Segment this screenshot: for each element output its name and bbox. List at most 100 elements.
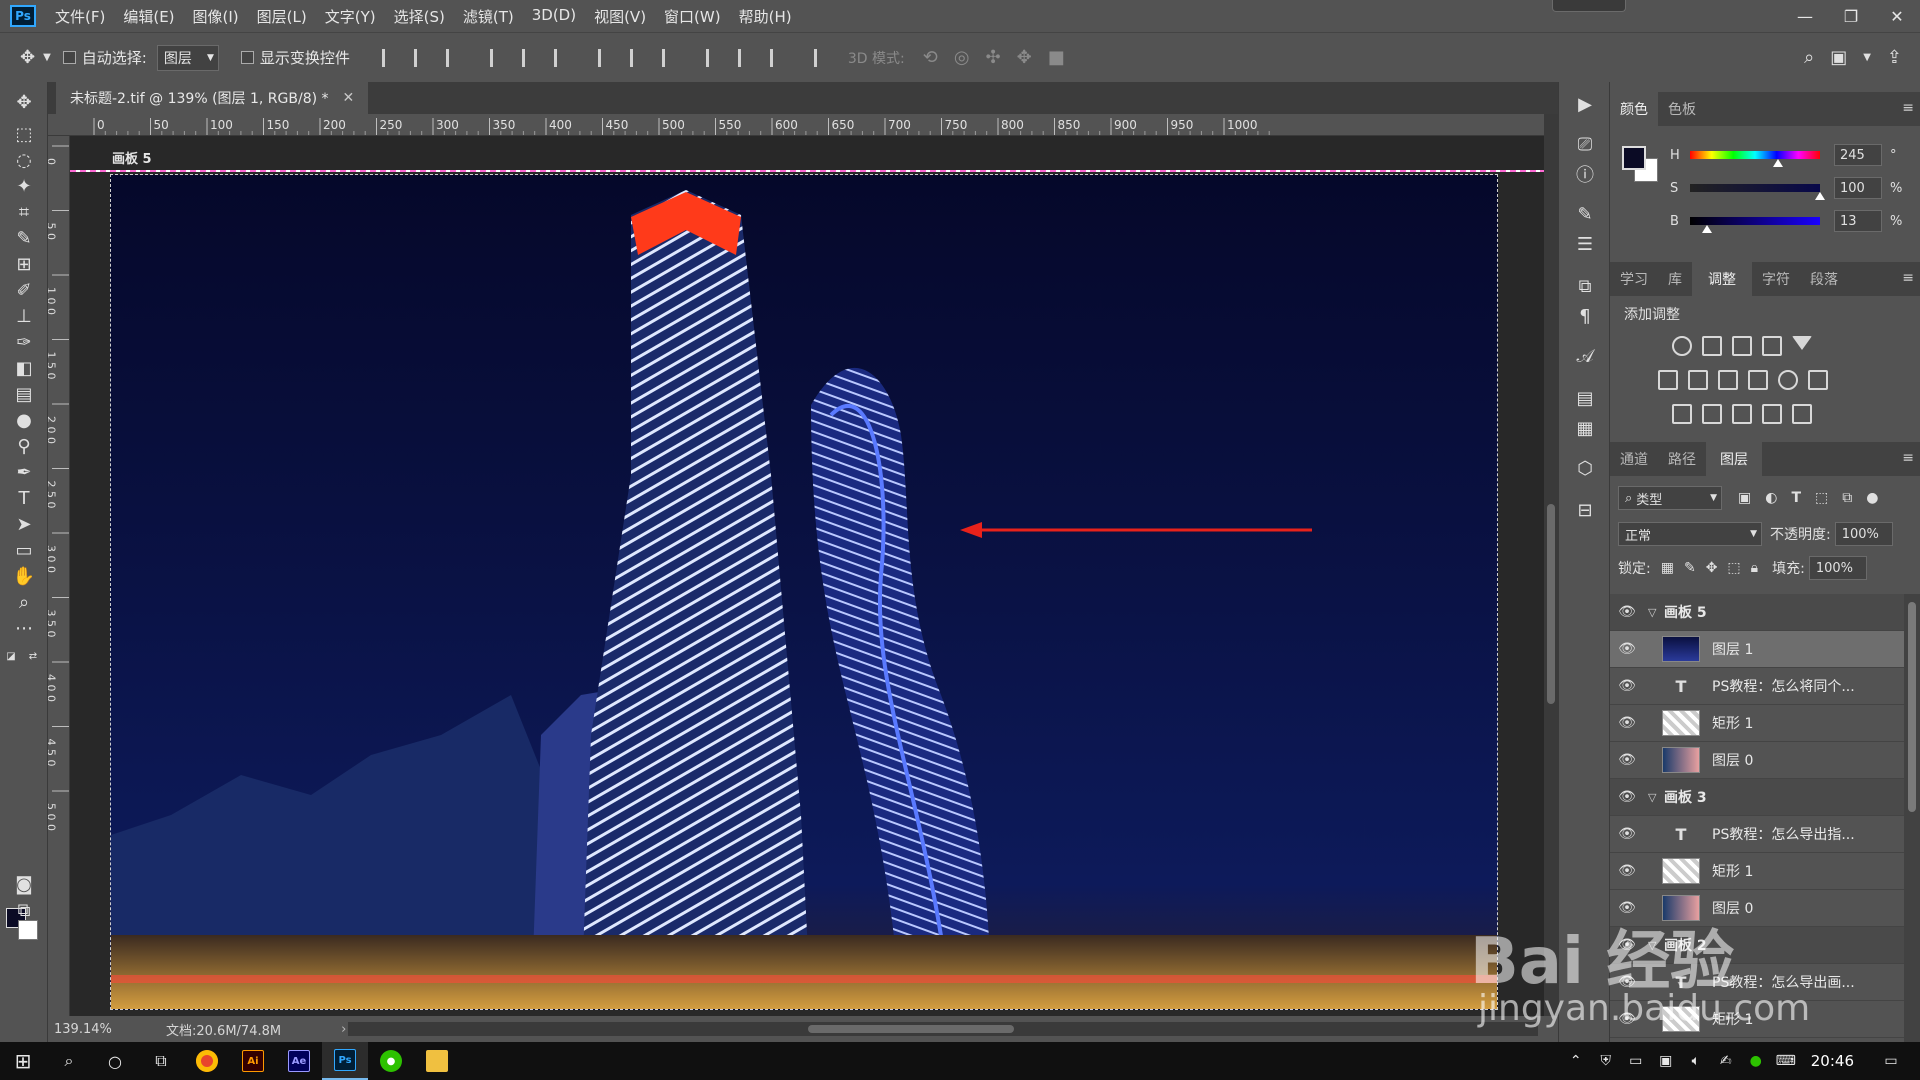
- distribute-top-icon[interactable]: [597, 48, 614, 67]
- layer-name[interactable]: 矩形 1: [1712, 713, 1753, 733]
- menu-item-4[interactable]: 文字(Y): [316, 6, 385, 27]
- eyedropper-icon[interactable]: ✎: [12, 226, 36, 250]
- layer-row[interactable]: 👁︎ T PS教程：怎么导出画...: [1610, 964, 1904, 1001]
- brush-tool-icon[interactable]: ✐: [12, 278, 36, 302]
- layer-row[interactable]: 👁︎ 矩形 1: [1610, 705, 1904, 742]
- align-bottom-icon[interactable]: [445, 48, 462, 67]
- ime-icon[interactable]: ⌨: [1771, 1053, 1801, 1069]
- brightness-value[interactable]: 13: [1834, 210, 1882, 232]
- gradient-map-icon[interactable]: [1792, 404, 1812, 424]
- layer-name[interactable]: PS教程：怎么将同个...: [1712, 676, 1855, 696]
- hue-slider[interactable]: [1690, 151, 1820, 167]
- antivirus-icon[interactable]: ●: [1741, 1053, 1771, 1069]
- layer-name[interactable]: 图层 0: [1712, 750, 1753, 770]
- layer-name[interactable]: 画板 2: [1664, 935, 1707, 955]
- layer-name[interactable]: 图层 0: [1712, 898, 1753, 918]
- windows-start-icon[interactable]: ⊞: [0, 1042, 46, 1080]
- distribute-bottom-icon[interactable]: [661, 48, 678, 67]
- dodge-tool-icon[interactable]: ⚲: [12, 434, 36, 458]
- filter-adjustment-icon[interactable]: ◐: [1765, 490, 1777, 506]
- distribute-left-icon[interactable]: [705, 48, 722, 67]
- 3d-icon[interactable]: ⬡: [1573, 456, 1597, 480]
- exposure-icon[interactable]: [1762, 336, 1782, 356]
- menu-item-3[interactable]: 图层(L): [248, 6, 316, 27]
- layer-name[interactable]: 矩形 1: [1712, 861, 1753, 881]
- layer-thumbnail[interactable]: [1662, 747, 1700, 773]
- clone-source-icon[interactable]: ⧉: [1573, 274, 1597, 298]
- horizontal-ruler[interactable]: 0 50 100 150 200 250 300 350 400 450 500 550 600 650 7…: [48, 114, 1544, 136]
- layer-thumbnail[interactable]: [1662, 895, 1700, 921]
- photoshop-logo[interactable]: Ps: [10, 5, 36, 27]
- illustrator-icon[interactable]: Ai: [230, 1042, 276, 1080]
- paragraph-styles-icon[interactable]: ¶: [1573, 304, 1597, 328]
- layer-row[interactable]: 👁︎ 矩形 1: [1610, 1001, 1904, 1038]
- layer-name[interactable]: 画板 5: [1664, 602, 1707, 622]
- fill-field[interactable]: 100%: [1808, 556, 1867, 580]
- saturation-value[interactable]: 100: [1834, 177, 1882, 199]
- path-select-icon[interactable]: ➤: [12, 512, 36, 536]
- restore-icon[interactable]: ❐: [1828, 0, 1874, 32]
- history-brush-icon[interactable]: ✑: [12, 330, 36, 354]
- menu-item-6[interactable]: 滤镜(T): [454, 6, 523, 27]
- hue-value[interactable]: 245: [1834, 144, 1882, 166]
- blur-tool-icon[interactable]: ●: [12, 408, 36, 432]
- lock-transparent-icon[interactable]: ▦: [1661, 560, 1674, 576]
- distribute-right-icon[interactable]: [769, 48, 786, 67]
- eye-icon[interactable]: 👁︎: [1614, 863, 1640, 879]
- tab-swatches[interactable]: 色板: [1658, 92, 1706, 126]
- filter-type-icon[interactable]: T: [1791, 490, 1801, 506]
- auto-align-icon[interactable]: [813, 48, 830, 67]
- layer-name[interactable]: 矩形 1: [1712, 1009, 1753, 1029]
- lock-all-icon[interactable]: 🔒︎: [1751, 560, 1758, 576]
- layer-row[interactable]: 👁︎ 图层 1: [1610, 631, 1904, 668]
- search-icon[interactable]: ⌕: [1804, 47, 1814, 68]
- color-fg-swatch[interactable]: [1622, 146, 1646, 170]
- screen-mode-icon[interactable]: ⧉: [12, 898, 36, 922]
- vertical-scrollbar-thumb[interactable]: [1547, 504, 1555, 704]
- tab-adjustments[interactable]: 调整: [1692, 262, 1752, 296]
- menu-item-0[interactable]: 文件(F): [46, 6, 114, 27]
- tab-learn[interactable]: 学习: [1610, 262, 1658, 296]
- tab-character[interactable]: 字符: [1752, 262, 1800, 296]
- layer-row[interactable]: 👁︎ T PS教程：怎么将同个...: [1610, 668, 1904, 705]
- black-white-icon[interactable]: [1718, 370, 1738, 390]
- panel-menu-icon[interactable]: ≡: [1902, 450, 1914, 466]
- volume-icon[interactable]: 🔈︎: [1681, 1053, 1711, 1069]
- menu-item-10[interactable]: 帮助(H): [730, 6, 801, 27]
- levels-icon[interactable]: [1702, 336, 1722, 356]
- eye-icon[interactable]: 👁︎: [1614, 641, 1640, 657]
- eye-icon[interactable]: 👁︎: [1614, 678, 1640, 694]
- align-vcenter-icon[interactable]: [413, 48, 430, 67]
- brightness-contrast-icon[interactable]: [1672, 336, 1692, 356]
- chrome-icon[interactable]: [184, 1042, 230, 1080]
- layer-row[interactable]: 👁︎ T PS教程：怎么导出指...: [1610, 816, 1904, 853]
- default-colors-icon[interactable]: ◪: [6, 644, 16, 668]
- layer-group-row[interactable]: 👁︎ ▽ 画板 5: [1610, 594, 1904, 631]
- menu-item-5[interactable]: 选择(S): [385, 6, 454, 27]
- vertical-scrollbar[interactable]: [1544, 114, 1558, 1016]
- canvas-area[interactable]: 画板 5: [70, 136, 1544, 1016]
- crop-tool-icon[interactable]: ⌗: [12, 200, 36, 224]
- filter-toggle-icon[interactable]: ●: [1866, 490, 1878, 506]
- lock-pixels-icon[interactable]: ✎: [1684, 560, 1696, 576]
- layers-scrollbar-thumb[interactable]: [1908, 602, 1916, 812]
- chevron-down-icon[interactable]: ▽: [1648, 606, 1664, 619]
- move-tool-icon[interactable]: ✥: [12, 90, 36, 114]
- share-icon[interactable]: ⇪: [1887, 47, 1902, 68]
- hue-saturation-icon[interactable]: [1658, 370, 1678, 390]
- blend-mode-dropdown[interactable]: 正常 ▼: [1618, 522, 1762, 546]
- search-icon[interactable]: ⌕: [46, 1042, 92, 1080]
- frame-tool-icon[interactable]: ⊞: [12, 252, 36, 276]
- zoom-level[interactable]: 139.14%: [48, 1022, 128, 1037]
- menu-item-1[interactable]: 编辑(E): [114, 6, 183, 27]
- security-icon[interactable]: ⛨: [1591, 1053, 1621, 1069]
- eye-icon[interactable]: 👁︎: [1614, 1011, 1640, 1027]
- align-left-icon[interactable]: [489, 48, 506, 67]
- curves-icon[interactable]: [1732, 336, 1752, 356]
- menu-item-8[interactable]: 视图(V): [585, 6, 655, 27]
- menu-item-7[interactable]: 3D(D): [523, 6, 585, 27]
- eraser-icon[interactable]: ◧: [12, 356, 36, 380]
- filter-smart-icon[interactable]: ⧉: [1842, 490, 1852, 506]
- libraries-icon[interactable]: ▤: [1573, 386, 1597, 410]
- rectangle-tool-icon[interactable]: ▭: [12, 538, 36, 562]
